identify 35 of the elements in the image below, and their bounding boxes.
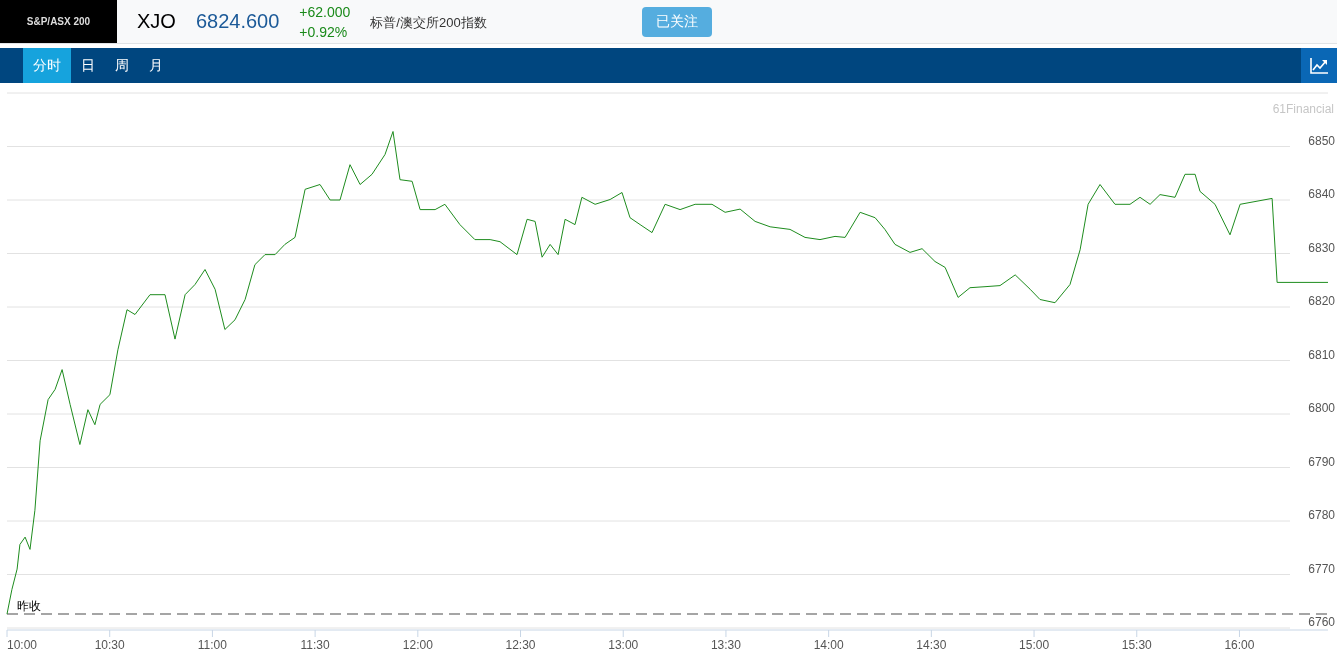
- x-axis-label: 12:30: [505, 638, 536, 652]
- y-axis-label: 6760: [1308, 615, 1335, 629]
- change: +62.000: [299, 2, 351, 22]
- y-axis-label: 6810: [1308, 347, 1335, 362]
- x-axis-label: 15:00: [1019, 638, 1050, 652]
- chart-icon[interactable]: [1301, 48, 1337, 83]
- x-axis-label: 10:30: [94, 638, 125, 652]
- x-axis-label: 12:00: [402, 638, 433, 652]
- y-axis-label: 6780: [1308, 508, 1335, 522]
- x-axis-label: 14:30: [916, 638, 947, 652]
- x-axis-label: 10:00: [7, 638, 37, 652]
- y-axis-label: 6790: [1308, 454, 1335, 469]
- x-axis-label: 11:00: [197, 638, 227, 652]
- y-axis-label: 6820: [1308, 294, 1335, 308]
- x-axis-label: 13:30: [710, 638, 741, 652]
- y-axis-label: 6850: [1308, 133, 1335, 148]
- y-axis-label: 6830: [1308, 240, 1335, 255]
- x-axis-label: 15:30: [1121, 638, 1152, 652]
- change-percent: +0.92%: [299, 22, 349, 42]
- index-logo: S&P/ASX 200: [0, 0, 117, 43]
- y-axis-label: 6770: [1308, 561, 1335, 576]
- period-tab[interactable]: 日: [71, 48, 105, 83]
- source-label: 61Financial: [1272, 102, 1334, 116]
- y-axis-label: 6840: [1308, 187, 1335, 201]
- index-name: 标普/澳交所200指数: [370, 14, 487, 32]
- y-axis-label: 6800: [1308, 401, 1335, 415]
- x-axis-label: 14:00: [813, 638, 844, 652]
- x-axis-label: 11:30: [300, 638, 330, 652]
- period-tab[interactable]: 月: [139, 48, 173, 83]
- period-tab[interactable]: 周: [105, 48, 139, 83]
- x-axis-label: 16:00: [1224, 638, 1255, 652]
- x-axis-label: 13:00: [608, 638, 639, 652]
- price: 6824.600: [195, 10, 280, 33]
- previous-close-label: 昨收: [17, 599, 41, 614]
- symbol: XJO: [137, 10, 176, 33]
